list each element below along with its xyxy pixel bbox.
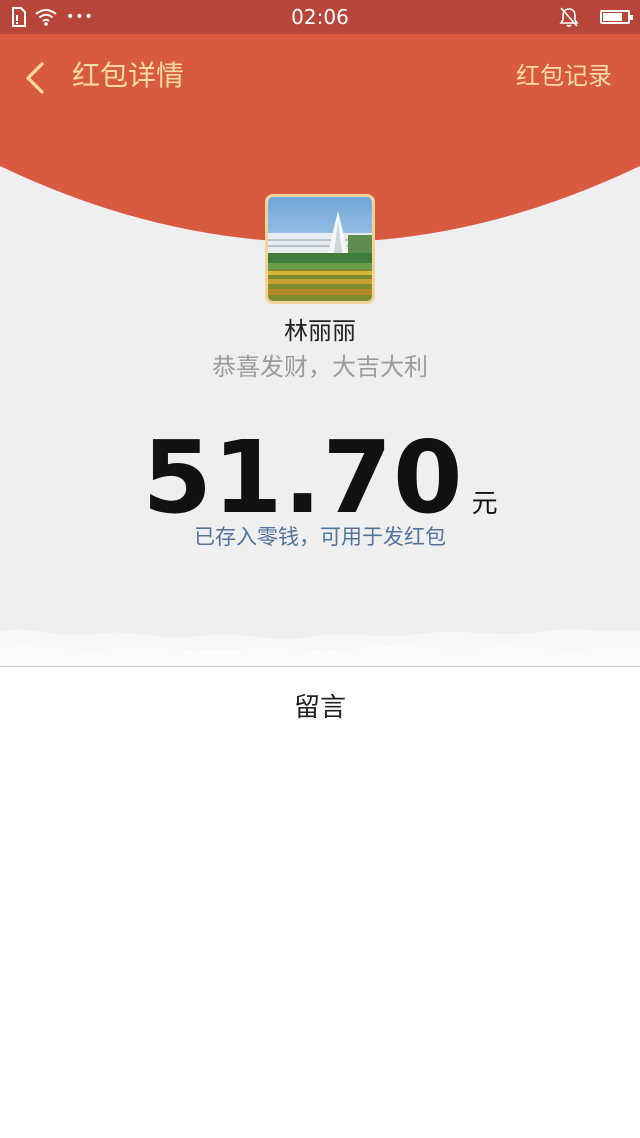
status-right-icons bbox=[558, 6, 633, 28]
avatar[interactable] bbox=[265, 194, 375, 304]
amount-row: 51.70 元 bbox=[0, 419, 640, 537]
saved-to-wallet-link[interactable]: 已存入零钱，可用于发红包 bbox=[0, 522, 640, 552]
amount-value: 51.70 bbox=[142, 419, 464, 536]
torn-edge-decoration bbox=[0, 629, 640, 666]
status-time: 02:06 bbox=[291, 5, 349, 29]
red-packet-detail: 红包详情 红包记录 林丽丽 恭喜发财，大吉大利 51.70 元 已存入零钱，可用… bbox=[0, 34, 640, 666]
messages-section-title: 留言 bbox=[293, 693, 346, 723]
greeting-message: 恭喜发财，大吉大利 bbox=[212, 353, 428, 381]
battery-level bbox=[603, 13, 622, 21]
chevron-left-icon bbox=[26, 62, 44, 94]
avatar-photo bbox=[268, 197, 372, 301]
amount-unit: 元 bbox=[471, 489, 498, 519]
status-bar: ••• 02:06 bbox=[0, 0, 640, 34]
sender-name: 林丽丽 bbox=[284, 317, 356, 345]
battery-icon bbox=[600, 10, 633, 24]
back-button[interactable] bbox=[22, 60, 52, 96]
red-packet-records-link[interactable]: 红包记录 bbox=[516, 58, 612, 94]
mute-bell-icon bbox=[559, 7, 579, 27]
section-divider bbox=[0, 666, 640, 667]
page-title: 红包详情 bbox=[72, 59, 185, 92]
